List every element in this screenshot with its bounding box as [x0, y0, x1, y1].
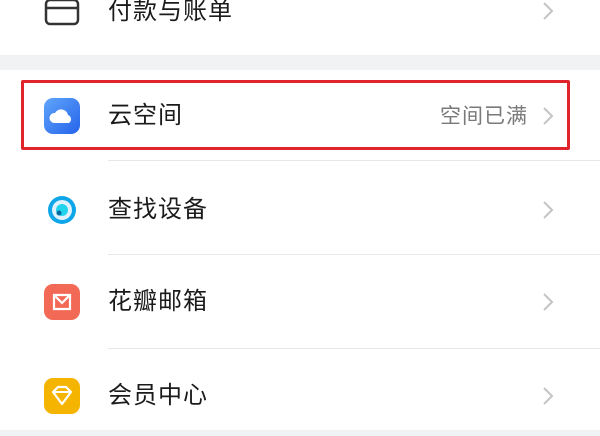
settings-row-member-center[interactable]: 会员中心 [0, 350, 600, 436]
settings-row-petal-mail[interactable]: 花瓣邮箱 [0, 256, 600, 342]
settings-row-payment[interactable]: 付款与账单 [0, 0, 600, 55]
settings-row-label: 付款与账单 [108, 0, 233, 25]
find-device-icon [42, 190, 82, 230]
chevron-right-icon [543, 293, 554, 311]
member-diamond-icon [42, 376, 82, 416]
settings-row-find-device[interactable]: 查找设备 [0, 162, 600, 248]
mail-icon [42, 282, 82, 322]
settings-row-label: 会员中心 [108, 381, 208, 409]
wallet-card-icon [42, 0, 82, 32]
settings-row-label: 查找设备 [108, 195, 208, 223]
row-divider [108, 160, 600, 161]
chevron-right-icon [543, 201, 554, 219]
settings-card-top: 付款与账单 [0, 0, 600, 55]
chevron-right-icon [543, 387, 554, 405]
highlight-box [21, 80, 570, 150]
row-divider [108, 254, 600, 255]
chevron-right-icon [543, 2, 554, 20]
settings-row-label: 花瓣邮箱 [108, 287, 208, 315]
row-divider [108, 348, 600, 349]
